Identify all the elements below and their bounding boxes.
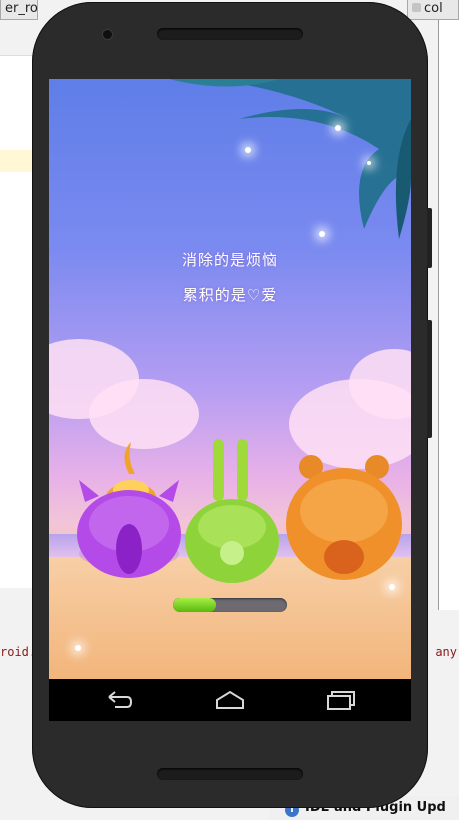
sparkle bbox=[75, 645, 81, 651]
ide-log-text-right: any bbox=[435, 645, 457, 659]
bottom-speaker bbox=[157, 768, 303, 780]
sparkle bbox=[245, 147, 251, 153]
game-splash-screen[interactable]: 消除的是烦恼 累积的是♡爱 bbox=[49, 79, 411, 679]
sparkle bbox=[367, 161, 371, 165]
sparkle bbox=[319, 231, 325, 237]
ide-side-panel bbox=[438, 20, 459, 610]
ide-editor-tab-left[interactable]: er_roun bbox=[0, 0, 38, 20]
ide-editor-gutter bbox=[0, 55, 34, 588]
power-button[interactable] bbox=[427, 208, 432, 268]
green-creature bbox=[185, 439, 279, 583]
loading-progress-fill bbox=[173, 598, 217, 612]
slogan-line-1: 消除的是烦恼 bbox=[181, 251, 278, 269]
sparkle bbox=[335, 125, 341, 131]
ide-tab-right-label: col bbox=[424, 1, 443, 16]
ide-tab-left-label: er_roun bbox=[5, 1, 38, 16]
volume-button[interactable] bbox=[427, 320, 432, 438]
back-icon[interactable] bbox=[103, 688, 135, 712]
tab-close-icon[interactable] bbox=[412, 3, 421, 12]
ide-log-text-left: roid. bbox=[0, 645, 37, 659]
orange-creature bbox=[286, 455, 402, 580]
recents-icon[interactable] bbox=[324, 688, 356, 712]
purple-creature bbox=[77, 442, 181, 578]
front-camera bbox=[102, 29, 113, 40]
top-speaker bbox=[157, 28, 303, 40]
loading-progress-bar bbox=[173, 598, 287, 612]
slogan-line-2: 累积的是♡爱 bbox=[182, 286, 278, 304]
palm-leaves-illustration bbox=[169, 79, 411, 239]
ide-line-highlight bbox=[0, 150, 34, 172]
ide-editor-tab-right[interactable]: col bbox=[407, 0, 459, 20]
home-icon[interactable] bbox=[214, 688, 246, 712]
android-navigation-bar bbox=[49, 679, 411, 721]
